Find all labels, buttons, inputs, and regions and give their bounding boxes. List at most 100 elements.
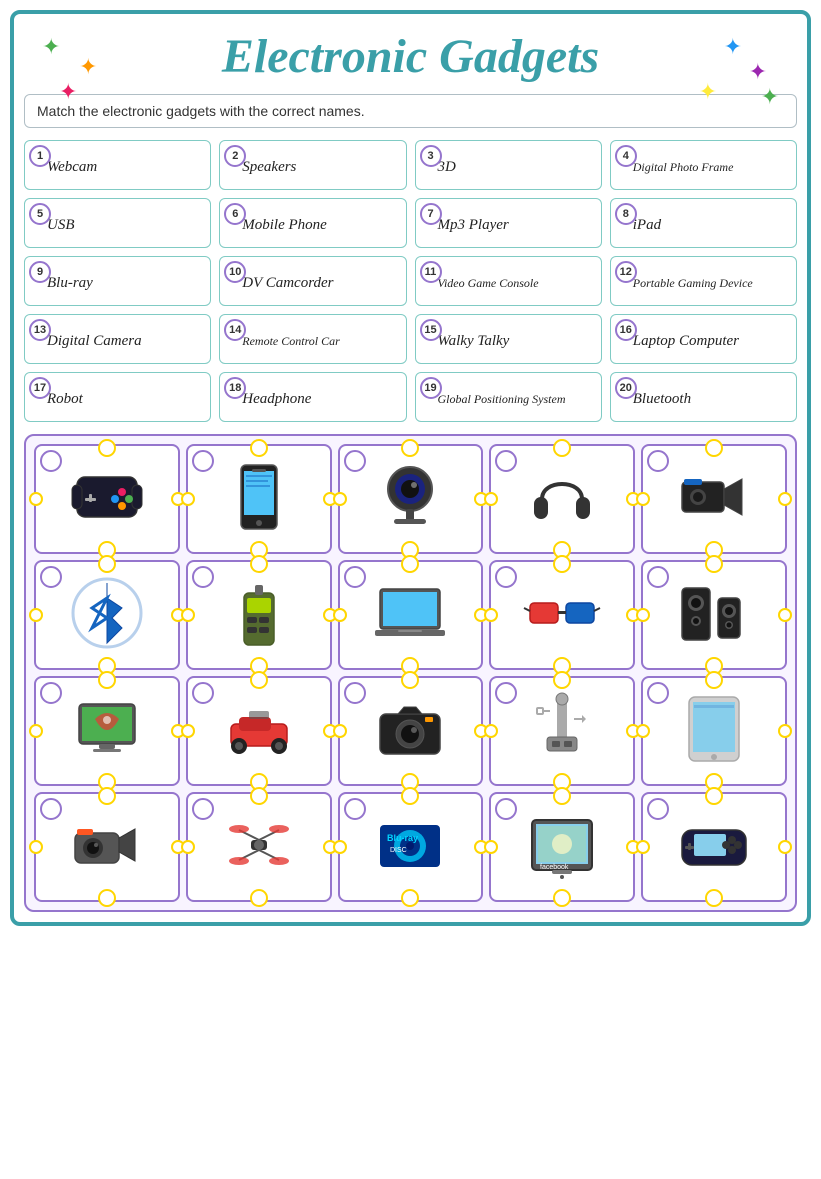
label-text-6: Mobile Phone (242, 207, 397, 239)
answer-circle-5 (647, 450, 669, 472)
dot-left (333, 492, 347, 506)
star-green-1: ✦ (42, 34, 60, 60)
label-text-18: Headphone (242, 381, 397, 413)
dot-left (636, 608, 650, 622)
instruction-text: Match the electronic gadgets with the co… (37, 103, 365, 119)
answer-circle-6 (40, 566, 62, 588)
label-cell-4: 4Digital Photo Frame (610, 140, 797, 190)
label-text-12: Portable Gaming Device (633, 265, 788, 297)
dot-right (778, 840, 792, 854)
label-num-20: 20 (615, 377, 637, 399)
dot-left (333, 840, 347, 854)
answer-circle-8 (344, 566, 366, 588)
gadget-cell-9 (489, 560, 635, 670)
gadget-cell-6 (34, 560, 180, 670)
gadget-cell-2 (186, 444, 332, 554)
gadget-cell-13 (338, 676, 484, 786)
star-pink-1: ✦ (59, 79, 77, 105)
gadget-icon-laptop (370, 573, 450, 658)
label-num-13: 13 (29, 319, 51, 341)
label-num-16: 16 (615, 319, 637, 341)
label-text-19: Global Positioning System (438, 381, 593, 413)
label-cell-19: 19Global Positioning System (415, 372, 602, 422)
label-cell-5: 5USB (24, 198, 211, 248)
page-title: Electronic Gadgets (24, 29, 797, 84)
answer-circle-18 (344, 798, 366, 820)
label-text-1: Webcam (47, 149, 202, 181)
label-num-9: 9 (29, 261, 51, 283)
label-text-4: Digital Photo Frame (633, 149, 788, 181)
images-section: Blu-ray DISC facebook (24, 434, 797, 912)
labels-grid: 1Webcam2Speakers33D4Digital Photo Frame5… (24, 140, 797, 422)
star-yellow-1: ✦ (699, 79, 717, 105)
dot-left (181, 724, 195, 738)
label-num-19: 19 (420, 377, 442, 399)
answer-circle-4 (495, 450, 517, 472)
gadget-icon-headphones (522, 457, 602, 542)
answer-circle-13 (344, 682, 366, 704)
label-text-2: Speakers (242, 149, 397, 181)
gadget-cell-16 (34, 792, 180, 902)
label-cell-11: 11Video Game Console (415, 256, 602, 306)
label-num-5: 5 (29, 203, 51, 225)
label-text-11: Video Game Console (438, 265, 593, 297)
answer-circle-14 (495, 682, 517, 704)
label-text-8: iPad (633, 207, 788, 239)
star-orange-1: ✦ (79, 54, 97, 80)
gadget-cell-14 (489, 676, 635, 786)
gadget-icon-speakers (674, 573, 754, 658)
label-num-17: 17 (29, 377, 51, 399)
gadget-icon-ipad (674, 689, 754, 774)
label-text-17: Robot (47, 381, 202, 413)
label-cell-6: 6Mobile Phone (219, 198, 406, 248)
label-cell-1: 1Webcam (24, 140, 211, 190)
gadget-cell-12 (186, 676, 332, 786)
gadget-icon-mobile-phone (219, 457, 299, 542)
dot-left (29, 492, 43, 506)
gadget-cell-18: Blu-ray DISC (338, 792, 484, 902)
dot-left (484, 840, 498, 854)
dot-left (181, 608, 195, 622)
answer-circle-2 (192, 450, 214, 472)
answer-circle-17 (192, 798, 214, 820)
label-cell-14: 14Remote Control Car (219, 314, 406, 364)
label-text-13: Digital Camera (47, 323, 202, 355)
instruction-box: Match the electronic gadgets with the co… (24, 94, 797, 128)
dot-right (778, 608, 792, 622)
label-text-7: Mp3 Player (438, 207, 593, 239)
dot-left (636, 724, 650, 738)
dot-left (484, 492, 498, 506)
dot-left (29, 608, 43, 622)
svg-text:DISC: DISC (390, 847, 407, 854)
label-num-7: 7 (420, 203, 442, 225)
label-cell-17: 17Robot (24, 372, 211, 422)
title-section: ✦ ✦ ✦ ✦ ✦ ✦ ✦ Electronic Gadgets (24, 24, 797, 94)
answer-circle-9 (495, 566, 517, 588)
answer-circle-7 (192, 566, 214, 588)
gadget-icon-dv-camcorder (674, 457, 754, 542)
gadget-cell-19: facebook (489, 792, 635, 902)
gadget-icon-game-console (67, 457, 147, 542)
label-cell-20: 20Bluetooth (610, 372, 797, 422)
label-cell-8: 8iPad (610, 198, 797, 248)
gadget-icon-digital-photo-frame: facebook (522, 805, 602, 890)
dot-left (333, 608, 347, 622)
star-purple-1: ✦ (749, 59, 767, 85)
dot-left (636, 840, 650, 854)
gadget-icon-gps (67, 689, 147, 774)
images-grid: Blu-ray DISC facebook (34, 444, 787, 902)
label-cell-2: 2Speakers (219, 140, 406, 190)
gadget-icon-walky-talky (219, 573, 299, 658)
dot-left (484, 724, 498, 738)
label-num-12: 12 (615, 261, 637, 283)
gadget-cell-15 (641, 676, 787, 786)
label-num-8: 8 (615, 203, 637, 225)
label-cell-13: 13Digital Camera (24, 314, 211, 364)
label-text-10: DV Camcorder (242, 265, 397, 297)
gadget-cell-8 (338, 560, 484, 670)
label-text-15: Walky Talky (438, 323, 593, 355)
label-num-11: 11 (420, 261, 442, 283)
gadget-cell-1 (34, 444, 180, 554)
gadget-cell-10 (641, 560, 787, 670)
label-cell-7: 7Mp3 Player (415, 198, 602, 248)
